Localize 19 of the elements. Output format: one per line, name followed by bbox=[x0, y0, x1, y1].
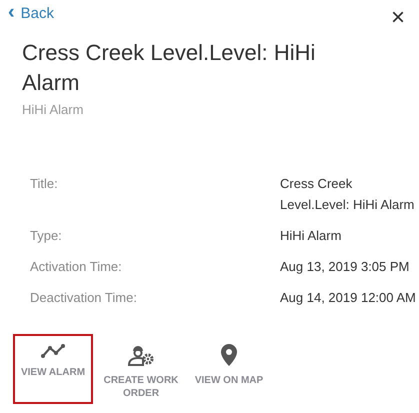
close-button[interactable]: × bbox=[390, 6, 405, 30]
back-link[interactable]: ‹ Back bbox=[8, 4, 54, 22]
worker-gear-icon bbox=[128, 344, 154, 366]
detail-value: Cress Creek Level.Level: HiHi Alarm bbox=[280, 175, 416, 214]
detail-value: Aug 13, 2019 3:05 PM bbox=[280, 258, 410, 276]
alarm-title: Cress Creek Level.Level: HiHi Alarm bbox=[22, 39, 316, 97]
detail-value: HiHi Alarm bbox=[280, 227, 342, 245]
action-button[interactable]: CREATE WORK ORDER bbox=[101, 334, 181, 404]
detail-label: Activation Time: bbox=[30, 258, 123, 276]
alarm-subtitle: HiHi Alarm bbox=[22, 102, 84, 117]
detail-label: Deactivation Time: bbox=[30, 289, 138, 307]
line-chart-icon bbox=[41, 344, 65, 358]
map-pin-icon bbox=[221, 344, 237, 366]
action-button[interactable]: VIEW ALARM bbox=[13, 334, 93, 404]
detail-value: Aug 14, 2019 12:00 AM bbox=[280, 289, 417, 307]
action-button[interactable]: VIEW ON MAP bbox=[189, 334, 269, 404]
back-chevron-icon: ‹ bbox=[8, 2, 15, 22]
detail-label: Title: bbox=[30, 175, 59, 193]
detail-label: Type: bbox=[30, 227, 63, 245]
